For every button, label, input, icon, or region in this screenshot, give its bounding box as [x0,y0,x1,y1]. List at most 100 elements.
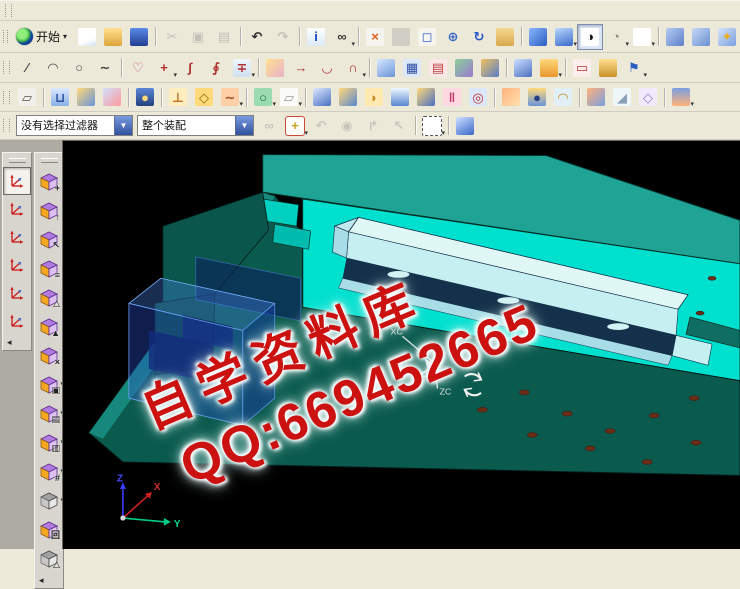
collapse-toolbar-button[interactable]: ◂ [7,338,12,347]
menu-help[interactable] [208,10,224,12]
csys-constructor-icon[interactable] [3,223,31,251]
arc-icon[interactable]: ◠ [40,55,66,81]
snap-point-icon[interactable]: + [282,113,308,139]
menu-tools[interactable] [96,10,112,12]
edit-curve-icon[interactable]: ∮ [203,55,229,81]
dropdown-arrow-icon[interactable]: ▼ [235,116,253,135]
instance-feature-icon[interactable] [668,84,694,110]
boss-icon[interactable] [335,84,361,110]
pocket-icon[interactable]: ◗ [361,84,387,110]
electrode-cylinder-icon[interactable]: ▲ [35,312,63,341]
electrode-lift-icon[interactable]: ↑ [35,196,63,225]
window-wizard-icon[interactable]: ✦ [714,24,740,50]
snap-undo-icon[interactable]: ↶ [308,113,334,139]
trim-body-icon[interactable] [583,84,609,110]
electrode-move-icon[interactable]: + [35,167,63,196]
circle-icon[interactable]: ○ [66,55,92,81]
menu-assembly[interactable] [112,10,128,12]
emboss-sheet-icon[interactable]: ∼ [217,84,243,110]
snap-up-icon[interactable]: ↱ [360,113,386,139]
csys-rotate-icon[interactable] [3,251,31,279]
graphics-viewport[interactable]: XC YC ZC [62,140,740,549]
electrode-copy-icon[interactable]: ▣ [35,370,63,399]
join-body-icon[interactable]: ◇ [191,84,217,110]
background-icon[interactable] [629,24,655,50]
electrode-extra-icon[interactable]: △ [35,544,63,573]
rotate-view-icon[interactable]: ↻ [466,24,492,50]
new-file-icon[interactable] [74,24,100,50]
menu-info[interactable] [128,10,144,12]
studio-surface-icon[interactable] [477,55,503,81]
offset-face-icon[interactable] [498,84,524,110]
electrode-pick-icon[interactable]: ↖ [35,225,63,254]
section-surface-icon[interactable]: ▤ [425,55,451,81]
zoom-disabled-icon[interactable] [388,24,414,50]
offset-surface-icon[interactable] [536,55,562,81]
zoom-inout-icon[interactable]: ⊕ [440,24,466,50]
trim-curve-icon[interactable]: ∫ [177,55,203,81]
trimmed-sheet-icon[interactable] [510,55,536,81]
electrode-list-icon[interactable]: ≡ [35,254,63,283]
menu-window[interactable] [176,10,192,12]
collapse-toolbar-button[interactable]: ◂ [39,576,44,585]
join-curve-icon[interactable] [262,55,288,81]
marquee-select-icon[interactable] [419,113,445,139]
csys-orient-icon[interactable] [3,167,31,195]
window-cascade-icon[interactable] [662,24,688,50]
show-hide-icon[interactable] [452,113,478,139]
point-icon[interactable]: + [151,55,177,81]
info-icon[interactable]: i [303,24,329,50]
snap-circle-icon[interactable]: ◉ [334,113,360,139]
repair-surface-icon[interactable] [595,55,621,81]
selection-filter-dropdown[interactable]: 没有选择过滤器 ▼ [16,115,133,136]
mesh-surface-icon[interactable]: ▦ [399,55,425,81]
deviation-analysis-icon[interactable] [451,55,477,81]
fillet-curve-icon[interactable]: ∩ [340,55,366,81]
sketch-profile-icon[interactable]: ♡ [125,55,151,81]
sketch-icon[interactable]: ▱ [14,84,40,110]
paste-icon[interactable]: ▤ [211,24,237,50]
csys-dynamic-icon[interactable] [3,195,31,223]
menu-insert[interactable] [64,10,80,12]
electrode-note-icon[interactable]: △ [35,283,63,312]
fit-view-icon[interactable]: × [362,24,388,50]
pan-icon[interactable] [492,24,518,50]
snap-settings-icon[interactable]: ∞ [256,113,282,139]
csys-origin-icon[interactable] [3,279,31,307]
sew-surface-icon[interactable]: ▭ [569,55,595,81]
window-new-icon[interactable] [688,24,714,50]
electrode-frame-icon[interactable]: 回 [35,515,63,544]
dome-icon[interactable]: ◠ [550,84,576,110]
undo-icon[interactable]: ↶ [244,24,270,50]
bridge-curve-icon[interactable]: ◡ [314,55,340,81]
menu-preferences[interactable] [160,10,176,12]
menu-analysis[interactable] [144,10,160,12]
electrode-delete-icon[interactable]: × [35,341,63,370]
boolean-icon[interactable]: ○ [250,84,276,110]
electrode-drawing-icon[interactable]: ▤ [35,399,63,428]
find-icon[interactable]: ∞ [329,24,355,50]
menu-format[interactable] [80,10,96,12]
dropdown-arrow-icon[interactable]: ▼ [114,116,132,135]
electrode-slots-icon[interactable]: ▥ [35,428,63,457]
menu-edit[interactable] [32,10,48,12]
open-icon[interactable] [100,24,126,50]
extend-curve-icon[interactable]: → [288,55,314,81]
flag-icon[interactable]: ⚑ [621,55,647,81]
pad-icon[interactable] [387,84,413,110]
copy-icon[interactable]: ▣ [185,24,211,50]
menu-file[interactable] [16,10,32,12]
assembly-scope-dropdown[interactable]: 整个装配 ▼ [137,115,254,136]
spline-icon[interactable]: ∼ [92,55,118,81]
shaded-mode-icon[interactable]: ◑ [577,24,603,50]
electrode-dim-icon[interactable]: # [35,457,63,486]
emboss-icon[interactable]: ⊥ [165,84,191,110]
snap-back-icon[interactable]: ↖ [386,113,412,139]
zoom-box-icon[interactable]: ◻ [414,24,440,50]
menu-quick-electrode[interactable] [192,10,208,12]
line-icon[interactable]: ∕ [14,55,40,81]
redo-icon[interactable]: ↷ [270,24,296,50]
scale-body-icon[interactable]: ● [524,84,550,110]
start-button[interactable]: 开始 ▾ [12,26,74,47]
perspective-icon[interactable] [525,24,551,50]
